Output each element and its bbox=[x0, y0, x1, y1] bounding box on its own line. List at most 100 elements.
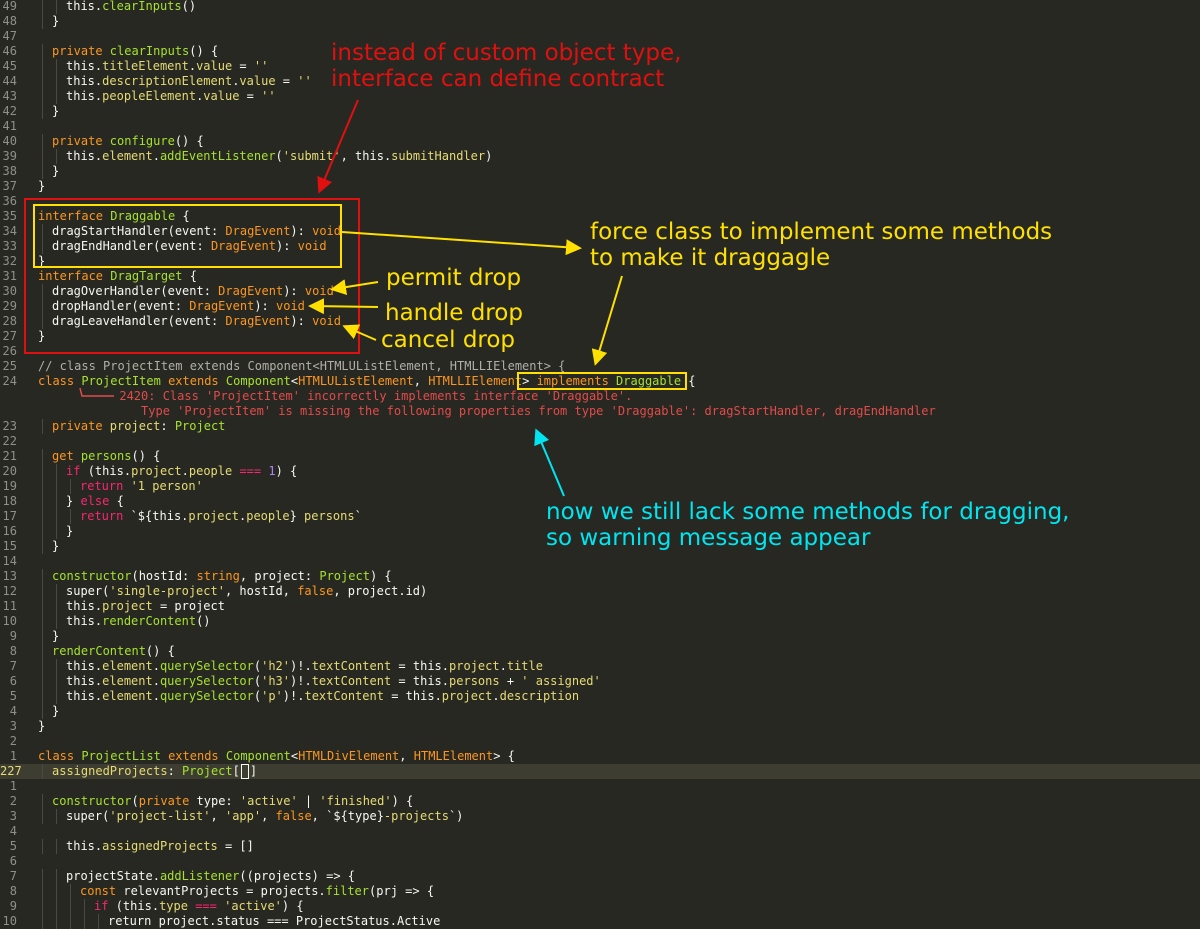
indent-guide bbox=[84, 914, 85, 929]
line-number: 7 bbox=[9, 659, 17, 673]
code-line[interactable]: 13 constructor(hostId: string, project: P… bbox=[0, 569, 1200, 584]
code-line[interactable]: 4} bbox=[0, 704, 1200, 719]
code-line[interactable]: 5 this.assignedProjects = [] bbox=[0, 839, 1200, 854]
code-line[interactable]: 1 class ProjectList extends Component<HTM… bbox=[0, 749, 1200, 764]
code-line[interactable]: Type 'ProjectItem' is missing the follow… bbox=[0, 404, 1200, 419]
code-line[interactable]: 38} bbox=[0, 164, 1200, 179]
code-token: . bbox=[123, 464, 132, 478]
line-number: 22 bbox=[2, 434, 17, 448]
indent-guide bbox=[42, 584, 43, 599]
code-token: description bbox=[499, 689, 580, 703]
code-token: project bbox=[109, 419, 161, 433]
code-line[interactable]: 19 return '1 person' bbox=[0, 479, 1200, 494]
line-number: 11 bbox=[2, 599, 17, 613]
code-line[interactable]: 9 if (this.type === 'active') { bbox=[0, 899, 1200, 914]
code-token: relevantProjects = projects. bbox=[123, 884, 326, 898]
code-text: this.element.addEventListener('submit', … bbox=[66, 149, 492, 164]
indent-guide bbox=[56, 494, 57, 509]
code-line[interactable]: 20 if (this.project.people === 1) { bbox=[0, 464, 1200, 479]
code-token: ) { bbox=[391, 794, 414, 808]
code-line[interactable]: 22 bbox=[0, 434, 1200, 449]
code-line[interactable]: 41 bbox=[0, 119, 1200, 134]
code-token: querySelector bbox=[159, 659, 254, 673]
code-text: assignedProjects: Project[] bbox=[52, 764, 257, 779]
code-editor[interactable]: 49 this.clearInputs() 48} 47 46 private clear… bbox=[0, 0, 1200, 929]
code-line[interactable]: 23 private project: Project bbox=[0, 419, 1200, 434]
code-token: } bbox=[52, 14, 60, 28]
code-line[interactable]: 12 super('single-project', hostId, false,… bbox=[0, 584, 1200, 599]
code-line[interactable]: 9} bbox=[0, 629, 1200, 644]
code-line[interactable]: 37} bbox=[0, 179, 1200, 194]
code-token: 'submit' bbox=[282, 149, 341, 163]
indent-guide bbox=[42, 569, 43, 584]
code-line[interactable]: 6 bbox=[0, 854, 1200, 869]
code-line[interactable]: 49 this.clearInputs() bbox=[0, 0, 1200, 14]
code-line[interactable]: 4 bbox=[0, 824, 1200, 839]
line-number: 27 bbox=[2, 329, 17, 343]
code-text: } bbox=[52, 704, 59, 719]
indent-guide bbox=[42, 659, 43, 674]
code-line[interactable]: 7 this.element.querySelector('h2')!.textC… bbox=[0, 659, 1200, 674]
code-line[interactable]: 2 bbox=[0, 734, 1200, 749]
code-token: this bbox=[66, 659, 95, 673]
code-token: 'p' bbox=[261, 689, 283, 703]
line-number: 42 bbox=[2, 104, 17, 118]
indent-guide bbox=[70, 914, 71, 929]
code-token: // class ProjectItem extends Component<H… bbox=[38, 359, 566, 373]
code-line[interactable]: 42} bbox=[0, 104, 1200, 119]
code-line[interactable]: 2 constructor(private type: 'active' | 'f… bbox=[0, 794, 1200, 809]
code-line[interactable]: 11 this.project = project bbox=[0, 599, 1200, 614]
indent-guide bbox=[56, 89, 57, 104]
code-token: )!. bbox=[290, 659, 312, 673]
code-line[interactable]: 5 this.element.querySelector('p')!.textCo… bbox=[0, 689, 1200, 704]
indent-guide bbox=[42, 674, 43, 689]
indent-guide bbox=[56, 74, 57, 89]
indent-guide bbox=[56, 149, 57, 164]
code-token: Project bbox=[182, 764, 233, 778]
indent-guide bbox=[42, 479, 43, 494]
line-number: 8 bbox=[9, 644, 17, 658]
code-text: this.element.querySelector('h2')!.textCo… bbox=[66, 659, 543, 674]
line-number: 12 bbox=[2, 584, 17, 598]
indent-guide bbox=[42, 764, 43, 779]
code-line[interactable]: 1 bbox=[0, 779, 1200, 794]
code-line[interactable]: 40 private configure() { bbox=[0, 134, 1200, 149]
code-token: 'h2' bbox=[261, 659, 291, 673]
line-number: 28 bbox=[2, 314, 17, 328]
code-token: const bbox=[80, 884, 124, 898]
line-number: 32 bbox=[2, 254, 17, 268]
code-text: projectState.addListener((projects) => { bbox=[66, 869, 355, 884]
draggable-yellow-box bbox=[33, 204, 342, 268]
indent-guide bbox=[70, 479, 71, 494]
code-line[interactable]: 10 this.renderContent() bbox=[0, 614, 1200, 629]
code-line[interactable]: 227 assignedProjects: Project[] bbox=[0, 764, 1200, 779]
code-line[interactable]: 2420: Class 'ProjectItem' incorrectly im… bbox=[0, 389, 1200, 404]
code-token: assignedProjects bbox=[102, 839, 218, 853]
code-token: Project bbox=[319, 569, 370, 583]
line-number: 49 bbox=[2, 0, 17, 13]
code-line[interactable]: 7 projectState.addListener((projects) => … bbox=[0, 869, 1200, 884]
indent-guide bbox=[42, 419, 43, 434]
code-token: () { bbox=[189, 44, 219, 58]
code-token: this bbox=[66, 614, 95, 628]
code-token: , hostId, bbox=[224, 584, 298, 598]
code-line[interactable]: 3 super('project-list', 'app', false, `${… bbox=[0, 809, 1200, 824]
code-token: (prj => { bbox=[369, 884, 435, 898]
code-token: ( bbox=[131, 794, 139, 808]
code-token: () { bbox=[131, 449, 161, 463]
code-line[interactable]: 48} bbox=[0, 14, 1200, 29]
code-token: this bbox=[66, 674, 95, 688]
code-line[interactable]: 39 this.element.addEventListener('submit'… bbox=[0, 149, 1200, 164]
code-token: . bbox=[152, 149, 160, 163]
code-token: . bbox=[152, 674, 160, 688]
line-number: 9 bbox=[9, 899, 17, 913]
code-line[interactable]: 6 this.element.querySelector('h3')!.textC… bbox=[0, 674, 1200, 689]
code-line[interactable]: 10 return project.status === ProjectStatu… bbox=[0, 914, 1200, 929]
code-token: . bbox=[181, 464, 189, 478]
code-line[interactable]: 8 renderContent() { bbox=[0, 644, 1200, 659]
code-token: renderContent bbox=[102, 614, 197, 628]
code-line[interactable]: 14 bbox=[0, 554, 1200, 569]
code-line[interactable]: 8 const relevantProjects = projects.filte… bbox=[0, 884, 1200, 899]
code-line[interactable]: 21 get persons() { bbox=[0, 449, 1200, 464]
code-line[interactable]: 3} bbox=[0, 719, 1200, 734]
